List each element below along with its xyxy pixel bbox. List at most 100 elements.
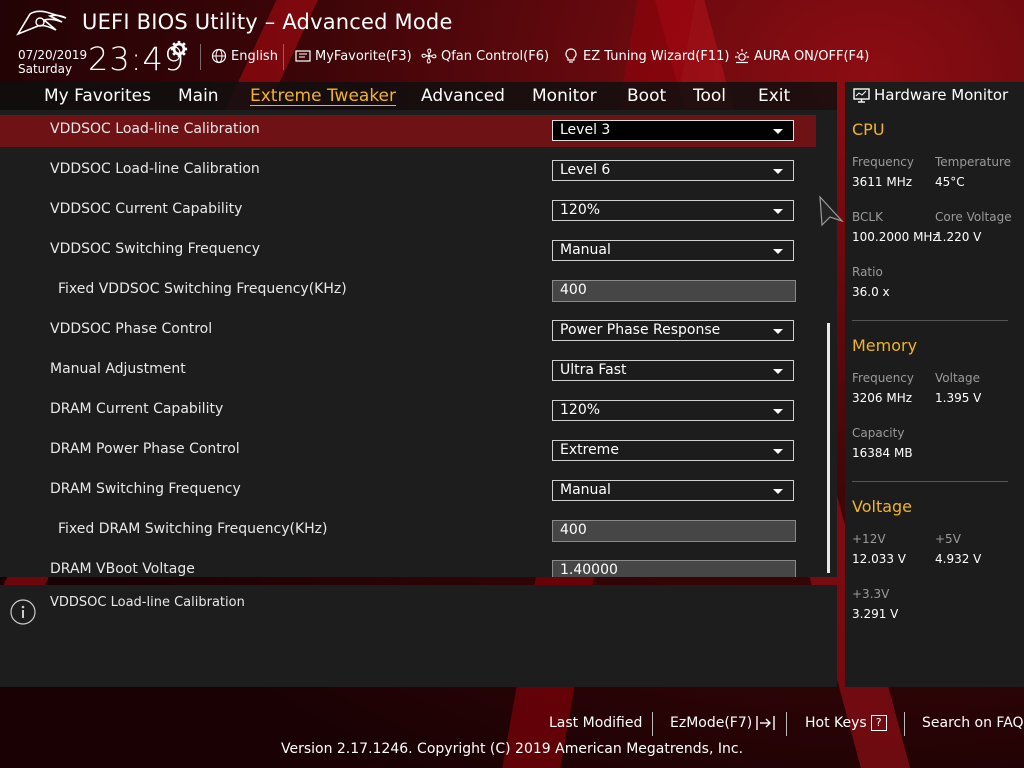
qfan-control-label: Qfan Control(F6) [441, 48, 550, 64]
globe-icon [211, 48, 227, 64]
setting-row[interactable]: DRAM Current Capability 120% [0, 395, 816, 427]
setting-dropdown[interactable]: 120% [552, 200, 794, 221]
header-divider [283, 44, 284, 70]
dropdown-value: Level 3 [560, 122, 611, 138]
scrollbar[interactable] [827, 323, 830, 573]
gear-icon[interactable] [170, 40, 188, 58]
hot-keys-button[interactable]: Hot Keys ? [805, 715, 887, 731]
setting-row[interactable]: VDDSOC Phase Control Power Phase Respons… [0, 315, 816, 347]
tab-monitor[interactable]: Monitor [532, 86, 597, 106]
chevron-down-icon [773, 409, 783, 414]
dropdown-value: Level 6 [560, 162, 611, 178]
setting-row[interactable]: Manual Adjustment Ultra Fast [0, 355, 816, 387]
setting-label: DRAM Power Phase Control [50, 441, 240, 457]
settings-list: VDDSOC Load-line Calibration Level 3 VDD… [0, 110, 837, 577]
setting-row[interactable]: Fixed DRAM Switching Frequency(KHz) 400 [0, 515, 816, 547]
section-divider [852, 481, 1008, 482]
ez-tuning-wizard-button[interactable]: EZ Tuning Wizard(F11) [563, 46, 729, 66]
tab-my-favorites[interactable]: My Favorites [44, 86, 151, 106]
capacity-label: Capacity [852, 426, 905, 440]
cpu-temperature-label: Temperature [935, 155, 1012, 169]
chevron-down-icon [773, 129, 783, 134]
setting-row[interactable]: DRAM Power Phase Control Extreme [0, 435, 816, 467]
dropdown-value: 120% [560, 202, 601, 218]
setting-label: VDDSOC Load-line Calibration [50, 161, 260, 177]
cpu-frequency-value: 3611 MHz [852, 175, 913, 189]
qfan-control-button[interactable]: Qfan Control(F6) [421, 46, 549, 66]
language-button[interactable]: English [211, 46, 278, 66]
aura-icon [735, 49, 749, 64]
setting-label: DRAM VBoot Voltage [50, 561, 195, 577]
header: UEFI BIOS Utility – Advanced Mode 07/20/… [0, 0, 1024, 82]
setting-dropdown[interactable]: Extreme [552, 440, 794, 461]
memory-frequency-label: Frequency [852, 371, 914, 385]
exit-arrow-icon [756, 716, 775, 730]
setting-label: VDDSOC Load-line Calibration [50, 121, 260, 137]
setting-row[interactable]: VDDSOC Current Capability 120% [0, 195, 816, 227]
setting-label: VDDSOC Switching Frequency [50, 241, 260, 257]
setting-row[interactable]: DRAM VBoot Voltage 1.40000 [0, 555, 816, 577]
app-title: UEFI BIOS Utility – Advanced Mode [82, 10, 453, 34]
fan-icon [421, 48, 437, 64]
capacity-value: 16384 MB [852, 446, 913, 460]
tab-advanced[interactable]: Advanced [421, 86, 505, 106]
setting-row-selected[interactable]: VDDSOC Load-line Calibration Level 3 [0, 115, 816, 147]
search-faq-button[interactable]: Search on FAQ [922, 715, 1024, 731]
description-text: VDDSOC Load-line Calibration [50, 595, 245, 610]
ratio-value: 36.0 x [852, 285, 890, 299]
tab-main[interactable]: Main [178, 86, 219, 106]
bclk-value: 100.2000 MHz [852, 230, 939, 244]
aura-toggle-label: AURA ON/OFF(F4) [754, 48, 870, 64]
v12-value: 12.033 V [852, 552, 907, 566]
core-voltage-label: Core Voltage [935, 210, 1012, 224]
language-label: English [231, 48, 278, 64]
setting-value-input[interactable]: 400 [552, 520, 796, 542]
setting-value-input[interactable]: 1.40000 [552, 560, 796, 577]
setting-dropdown[interactable]: Manual [552, 480, 794, 501]
day-text: Saturday [18, 62, 73, 76]
mouse-pointer-icon [819, 195, 844, 227]
tab-boot[interactable]: Boot [627, 86, 666, 106]
setting-dropdown[interactable]: Power Phase Response [552, 320, 794, 341]
version-text: Version 2.17.1246. Copyright (C) 2019 Am… [280, 741, 744, 757]
chevron-down-icon [773, 449, 783, 454]
setting-dropdown[interactable]: Ultra Fast [552, 360, 794, 381]
aura-toggle-button[interactable]: AURA ON/OFF(F4) [734, 46, 869, 66]
ez-tuning-wizard-label: EZ Tuning Wizard(F11) [583, 48, 730, 64]
footer-divider [652, 712, 653, 736]
v5-label: +5V [935, 532, 961, 546]
setting-row[interactable]: VDDSOC Load-line Calibration Level 6 [0, 155, 816, 187]
ratio-label: Ratio [852, 265, 883, 279]
main-tab-bar: My Favorites Main Extreme Tweaker Advanc… [0, 82, 837, 110]
hardware-monitor-panel: Hardware Monitor CPU Frequency Temperatu… [845, 82, 1024, 687]
date-text: 07/20/2019 [18, 48, 88, 62]
v33-value: 3.291 V [852, 607, 899, 621]
setting-row[interactable]: VDDSOC Switching Frequency Manual [0, 235, 816, 267]
setting-label: DRAM Current Capability [50, 401, 224, 417]
chevron-down-icon [773, 249, 783, 254]
setting-dropdown[interactable]: Level 6 [552, 160, 794, 181]
setting-dropdown[interactable]: Manual [552, 240, 794, 261]
setting-label: DRAM Switching Frequency [50, 481, 241, 497]
tab-extreme-tweaker[interactable]: Extreme Tweaker [250, 86, 396, 106]
setting-dropdown[interactable]: Level 3 [552, 120, 794, 141]
tab-tool[interactable]: Tool [693, 86, 726, 106]
chevron-down-icon [773, 489, 783, 494]
last-modified-label: Last Modified [549, 715, 643, 731]
setting-row[interactable]: Fixed VDDSOC Switching Frequency(KHz) 40… [0, 275, 816, 307]
myfavorite-button[interactable]: MyFavorite(F3) [295, 46, 412, 66]
setting-row[interactable]: DRAM Switching Frequency Manual [0, 475, 816, 507]
footer-divider [904, 712, 905, 736]
dropdown-value: Manual [560, 242, 611, 258]
tab-exit[interactable]: Exit [758, 86, 790, 106]
monitor-icon [853, 87, 870, 103]
voltage-section-title: Voltage [852, 497, 913, 516]
setting-dropdown[interactable]: 120% [552, 400, 794, 421]
last-modified-button[interactable]: Last Modified [549, 715, 642, 731]
hardware-monitor-label: Hardware Monitor [874, 86, 1009, 104]
setting-value-input[interactable]: 400 [552, 280, 796, 302]
favorite-icon [295, 50, 311, 62]
setting-label: Fixed DRAM Switching Frequency(KHz) [58, 521, 328, 537]
date-display: 07/20/2019 Saturday [18, 48, 87, 76]
ezmode-button[interactable]: EzMode(F7) [670, 715, 776, 731]
